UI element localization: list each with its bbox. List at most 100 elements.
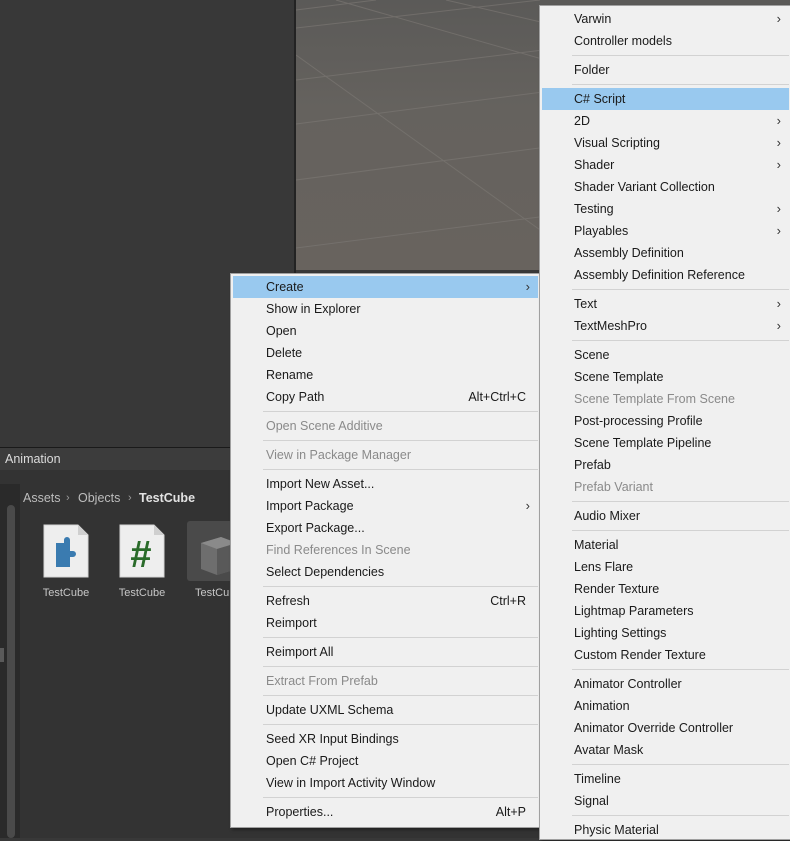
create-item-prefab-variant: Prefab Variant [542, 476, 789, 498]
menu-item-reimport-all[interactable]: Reimport All [233, 641, 538, 663]
create-item-animation[interactable]: Animation [542, 695, 789, 717]
menu-item-label: Rename [266, 368, 314, 382]
menu-separator [572, 530, 789, 531]
menu-item-label: Lens Flare [574, 560, 634, 574]
menu-item-label: Extract From Prefab [266, 674, 378, 688]
menu-item-label: Text [574, 297, 597, 311]
create-item-scene-template-pipeline[interactable]: Scene Template Pipeline [542, 432, 789, 454]
menu-item-label: Signal [574, 794, 609, 808]
create-item-timeline[interactable]: Timeline [542, 768, 789, 790]
menu-item-import-package[interactable]: Import Package › [233, 495, 538, 517]
breadcrumb-assets[interactable]: Assets [23, 488, 61, 508]
menu-item-label: Export Package... [266, 521, 365, 535]
scrollbar[interactable] [7, 505, 15, 838]
menu-item-export-package[interactable]: Export Package... [233, 517, 538, 539]
create-item-lighting-settings[interactable]: Lighting Settings [542, 622, 789, 644]
menu-item-update-uxml-schema[interactable]: Update UXML Schema [233, 699, 538, 721]
create-item-lightmap-parameters[interactable]: Lightmap Parameters [542, 600, 789, 622]
create-item-scene-template[interactable]: Scene Template [542, 366, 789, 388]
menu-item-open-c-project[interactable]: Open C# Project [233, 750, 538, 772]
chevron-right-icon: › [776, 201, 781, 216]
create-item-visual-scripting[interactable]: Visual Scripting › [542, 132, 789, 154]
menu-item-label: Assembly Definition Reference [574, 268, 745, 282]
asset-name: TestCube [118, 587, 166, 599]
menu-item-label: Properties... [266, 805, 334, 819]
menu-separator [572, 340, 789, 341]
menu-item-label: Shader [574, 158, 615, 172]
chevron-right-icon: › [776, 11, 781, 26]
create-item-shader-variant-collection[interactable]: Shader Variant Collection [542, 176, 789, 198]
menu-separator [263, 797, 538, 798]
menu-item-label: Find References In Scene [266, 543, 411, 557]
menu-separator [263, 666, 538, 667]
create-item-testing[interactable]: Testing › [542, 198, 789, 220]
menu-item-label: Reimport [266, 616, 317, 630]
menu-item-label: Reimport All [266, 645, 334, 659]
create-item-2d[interactable]: 2D › [542, 110, 789, 132]
menu-item-create[interactable]: Create › [233, 276, 538, 298]
menu-item-label: Update UXML Schema [266, 703, 394, 717]
menu-separator [263, 440, 538, 441]
menu-item-open[interactable]: Open [233, 320, 538, 342]
menu-item-import-new-asset[interactable]: Import New Asset... [233, 473, 538, 495]
menu-item-show-in-explorer[interactable]: Show in Explorer [233, 298, 538, 320]
create-item-audio-mixer[interactable]: Audio Mixer [542, 505, 789, 527]
breadcrumb-separator: › [128, 492, 132, 504]
breadcrumb-testcube[interactable]: TestCube [139, 488, 195, 508]
create-item-prefab[interactable]: Prefab [542, 454, 789, 476]
menu-item-label: Copy Path [266, 390, 325, 404]
menu-item-view-in-import-activity-window[interactable]: View in Import Activity Window [233, 772, 538, 794]
create-item-material[interactable]: Material [542, 534, 789, 556]
menu-item-label: View in Package Manager [266, 448, 411, 462]
create-item-custom-render-texture[interactable]: Custom Render Texture [542, 644, 789, 666]
tab-animation[interactable]: Animation [0, 448, 232, 470]
asset-name: TestCube [42, 587, 90, 599]
menu-item-label: Timeline [574, 772, 621, 786]
create-item-shader[interactable]: Shader › [542, 154, 789, 176]
menu-item-open-scene-additive: Open Scene Additive [233, 415, 538, 437]
create-item-varwin[interactable]: Varwin › [542, 8, 789, 30]
create-item-scene[interactable]: Scene [542, 344, 789, 366]
menu-item-copy-path[interactable]: Copy Path Alt+Ctrl+C [233, 386, 538, 408]
menu-item-select-dependencies[interactable]: Select Dependencies [233, 561, 538, 583]
create-item-playables[interactable]: Playables › [542, 220, 789, 242]
menu-item-label: Animator Override Controller [574, 721, 734, 735]
create-item-controller-models[interactable]: Controller models [542, 30, 789, 52]
menu-item-label: Shader Variant Collection [574, 180, 715, 194]
chevron-right-icon: › [776, 157, 781, 172]
create-item-render-texture[interactable]: Render Texture [542, 578, 789, 600]
create-item-signal[interactable]: Signal [542, 790, 789, 812]
create-item-assembly-definition[interactable]: Assembly Definition [542, 242, 789, 264]
menu-item-label: Seed XR Input Bindings [266, 732, 399, 746]
menu-item-properties[interactable]: Properties... Alt+P [233, 801, 538, 823]
breadcrumb-objects[interactable]: Objects [78, 488, 120, 508]
create-item-post-processing-profile[interactable]: Post-processing Profile [542, 410, 789, 432]
menu-item-label: View in Import Activity Window [266, 776, 436, 790]
menu-item-reimport[interactable]: Reimport [233, 612, 538, 634]
menu-item-label: TextMeshPro [574, 319, 647, 333]
create-item-c-script[interactable]: C# Script [542, 88, 789, 110]
create-item-animator-override-controller[interactable]: Animator Override Controller [542, 717, 789, 739]
menu-item-label: Scene Template From Scene [574, 392, 735, 406]
menu-item-label: Assembly Definition [574, 246, 684, 260]
create-item-folder[interactable]: Folder [542, 59, 789, 81]
create-item-textmeshpro[interactable]: TextMeshPro › [542, 315, 789, 337]
menu-item-label: Lightmap Parameters [574, 604, 694, 618]
chevron-right-icon: › [776, 318, 781, 333]
menu-item-seed-xr-input-bindings[interactable]: Seed XR Input Bindings [233, 728, 538, 750]
menu-item-extract-from-prefab: Extract From Prefab [233, 670, 538, 692]
menu-item-view-in-package-manager: View in Package Manager [233, 444, 538, 466]
create-item-lens-flare[interactable]: Lens Flare [542, 556, 789, 578]
menu-separator [572, 84, 789, 85]
menu-item-rename[interactable]: Rename [233, 364, 538, 386]
menu-item-refresh[interactable]: Refresh Ctrl+R [233, 590, 538, 612]
create-item-assembly-definition-reference[interactable]: Assembly Definition Reference [542, 264, 789, 286]
menu-separator [263, 411, 538, 412]
menu-item-label: C# Script [574, 92, 626, 106]
menu-item-delete[interactable]: Delete [233, 342, 538, 364]
chevron-right-icon: › [776, 223, 781, 238]
menu-item-label: Import Package [266, 499, 354, 513]
create-item-text[interactable]: Text › [542, 293, 789, 315]
create-item-avatar-mask[interactable]: Avatar Mask [542, 739, 789, 761]
create-item-animator-controller[interactable]: Animator Controller [542, 673, 789, 695]
